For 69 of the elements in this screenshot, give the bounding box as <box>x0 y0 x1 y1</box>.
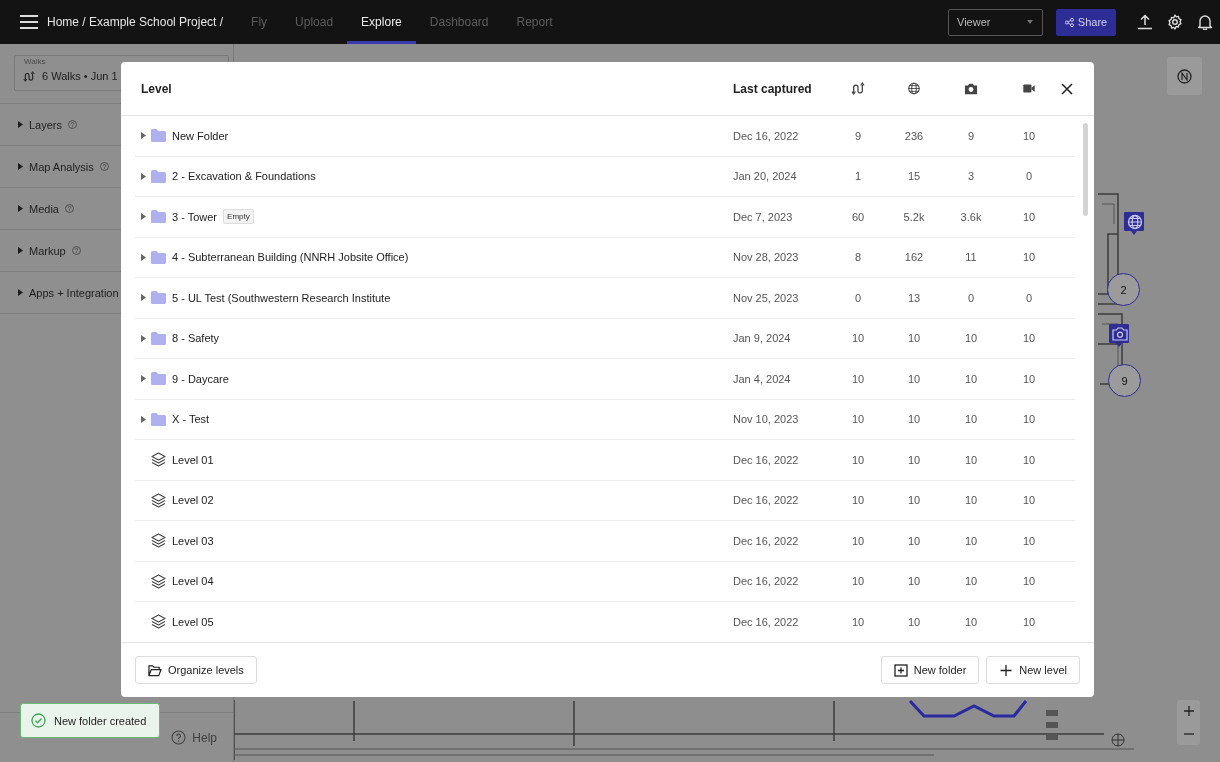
count-cell-text: 10 <box>906 575 922 588</box>
count-cell-text: 10 <box>1021 372 1037 385</box>
count-cell-text: 15 <box>906 170 922 183</box>
count-cell-text: 0 <box>1024 170 1034 183</box>
count-cell-text: 10 <box>963 494 979 507</box>
count-cell-text: 10 <box>850 372 866 385</box>
count-cell-text: 10 <box>850 575 866 588</box>
count-cell-text: 10 <box>906 453 922 466</box>
date-cell-text: Dec 16, 2022 <box>733 575 800 588</box>
date-cell-text: Dec 16, 2022 <box>733 615 800 628</box>
count-cell-text: 162 <box>903 251 925 264</box>
date-cell-text: Nov 25, 2023 <box>733 291 800 304</box>
count-cell-text: 10 <box>1021 534 1037 547</box>
count-cell-text: 10 <box>1021 129 1037 142</box>
count-cell-text: 10 <box>1021 615 1037 628</box>
count-cell-text: 10 <box>906 534 922 547</box>
date-cell-text: Dec 16, 2022 <box>733 534 800 547</box>
count-cell-text: 10 <box>1021 210 1037 223</box>
date-cell-text: Dec 7, 2023 <box>733 210 794 223</box>
count-cell-text: 8 <box>853 251 863 264</box>
column-header: Last captured <box>733 81 813 96</box>
count-cell-text: 10 <box>963 332 979 345</box>
count-cell-text: 10 <box>850 332 866 345</box>
column-header: Level <box>141 81 173 96</box>
date-cell-text: Jan 9, 2024 <box>733 332 792 345</box>
status-tag: Empty <box>223 209 254 225</box>
date-cell-text: Dec 16, 2022 <box>733 129 800 142</box>
count-cell-text: 10 <box>963 372 979 385</box>
date-cell-text: Nov 28, 2023 <box>733 251 800 264</box>
count-cell-text: 11 <box>964 251 978 264</box>
date-cell-text: Dec 16, 2022 <box>733 453 800 466</box>
count-cell-text: 3 <box>966 170 976 183</box>
count-cell-text: 10 <box>1021 575 1037 588</box>
count-cell-text: 10 <box>850 494 866 507</box>
count-cell-text: 3.6k <box>959 210 983 223</box>
count-cell-text: 10 <box>963 615 979 628</box>
date-cell-text: Jan 20, 2024 <box>733 170 798 183</box>
count-cell-text: 10 <box>1021 453 1037 466</box>
count-cell-text: 236 <box>903 129 925 142</box>
count-cell-text: 60 <box>850 210 866 223</box>
count-cell-text: 10 <box>1021 251 1037 264</box>
count-cell-text: 5.2k <box>902 210 926 223</box>
date-cell-text: Nov 10, 2023 <box>733 413 800 426</box>
count-cell-text: 10 <box>906 494 922 507</box>
toast-notification: New folder created <box>20 703 160 738</box>
count-cell-text: 10 <box>906 332 922 345</box>
count-cell-text: 10 <box>850 615 866 628</box>
date-cell-text: Dec 16, 2022 <box>733 494 800 507</box>
count-cell-text: 0 <box>853 291 863 304</box>
count-cell-text: 13 <box>906 291 922 304</box>
count-cell-text: 10 <box>963 575 979 588</box>
count-cell-text: 0 <box>1024 291 1034 304</box>
count-cell-text: 10 <box>850 413 866 426</box>
count-cell-text: 10 <box>1021 332 1037 345</box>
count-cell-text: 1 <box>853 170 863 183</box>
count-cell-text: 10 <box>850 534 866 547</box>
count-cell-text: 10 <box>906 413 922 426</box>
count-cell-text: 10 <box>1021 413 1037 426</box>
count-cell-text: 10 <box>906 372 922 385</box>
count-cell-text: 9 <box>853 129 863 142</box>
count-cell-text: 9 <box>966 129 976 142</box>
count-cell-text: 0 <box>966 291 976 304</box>
count-cell-text: 10 <box>963 534 979 547</box>
count-cell-text: 10 <box>963 413 979 426</box>
count-cell-text: 10 <box>906 615 922 628</box>
count-cell-text: 10 <box>850 453 866 466</box>
date-cell-text: Jan 4, 2024 <box>733 372 792 385</box>
count-cell-text: 10 <box>1021 494 1037 507</box>
count-cell-text: 10 <box>963 453 979 466</box>
